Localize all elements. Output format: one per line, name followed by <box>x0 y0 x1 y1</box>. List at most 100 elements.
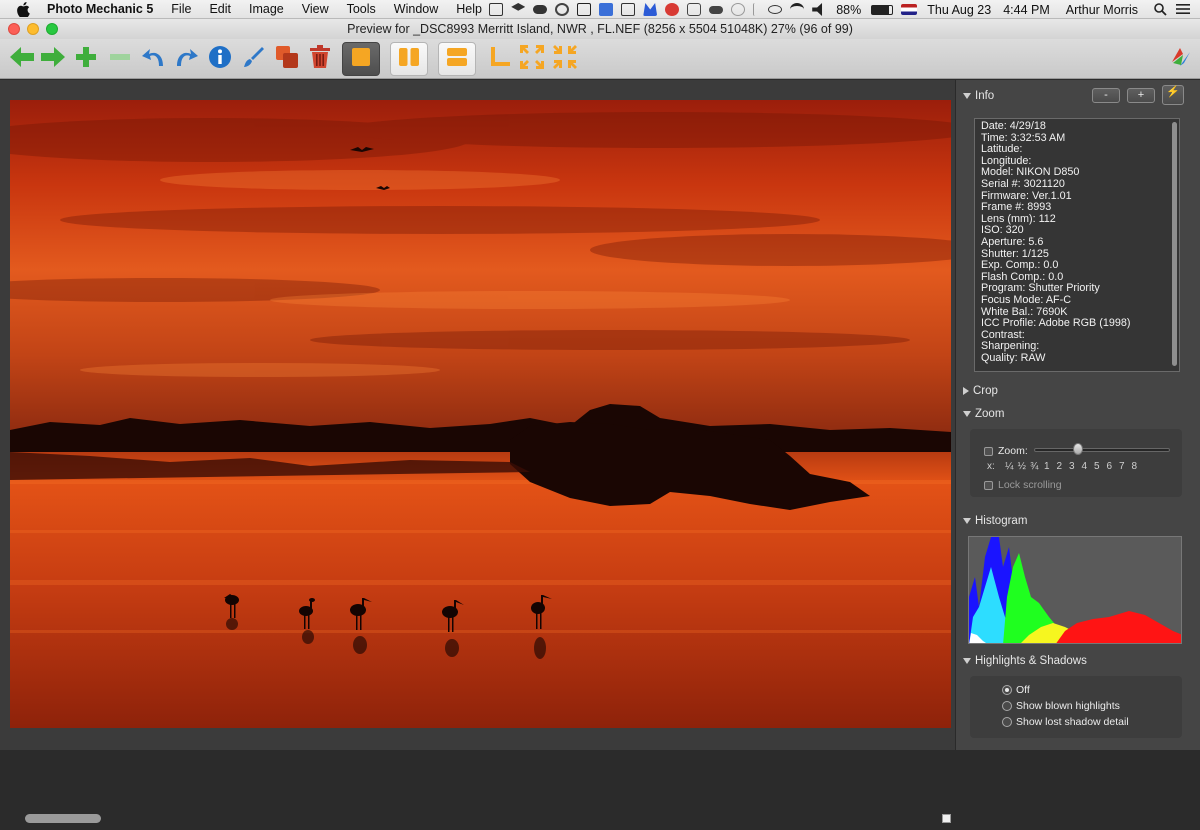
info-metadata-box[interactable]: Date: 4/29/18 Time: 3:32:53 AM Latitude:… <box>974 118 1180 372</box>
clock-date[interactable]: Thu Aug 23 <box>927 3 991 17</box>
disclosure-right-icon <box>963 387 969 395</box>
menu-file[interactable]: File <box>162 0 200 19</box>
option-off[interactable]: Off <box>1002 684 1030 696</box>
malwarebytes-icon[interactable] <box>643 3 658 16</box>
bluetooth-icon[interactable] <box>753 3 760 16</box>
expand-view-button[interactable] <box>549 43 581 75</box>
zoom-tick-label: 5 <box>1093 461 1100 472</box>
option-blown-highlights[interactable]: Show blown highlights <box>1002 700 1120 712</box>
five-icon[interactable] <box>687 3 702 16</box>
zoom-tick-label: 3 <box>1068 461 1075 472</box>
histogram-section-header[interactable]: Histogram <box>963 515 1027 527</box>
highlights-options: Off Show blown highlights Show lost shad… <box>970 676 1182 738</box>
envelope-icon[interactable] <box>621 3 636 16</box>
time-machine-icon[interactable] <box>731 3 746 16</box>
dropbox-icon[interactable] <box>511 3 526 11</box>
c-box-icon[interactable] <box>577 3 592 16</box>
info-section-header[interactable]: Info <box>963 90 994 102</box>
info-button[interactable] <box>204 43 236 75</box>
user-name[interactable]: Arthur Morris <box>1066 3 1138 17</box>
zoom-title: Zoom <box>975 408 1005 420</box>
binoculars-icon[interactable] <box>709 5 724 14</box>
menu-view[interactable]: View <box>293 0 338 19</box>
info-bolt-button[interactable]: ⚡ <box>1162 85 1184 105</box>
info-scrollbar[interactable] <box>1172 122 1177 366</box>
option-blown-highlights-radio[interactable] <box>1002 701 1012 711</box>
battery-icon[interactable] <box>871 4 894 15</box>
sunset-photo <box>10 100 951 728</box>
volume-icon[interactable] <box>812 3 823 16</box>
horizontal-scrollbar[interactable] <box>10 808 951 830</box>
menu-bar: Photo Mechanic 5 File Edit Image View To… <box>0 0 1200 19</box>
disclosure-down-icon <box>963 518 971 524</box>
flag-icon[interactable] <box>901 4 918 15</box>
zoom-slider-track[interactable] <box>1034 448 1170 452</box>
option-off-label: Off <box>1016 684 1030 696</box>
copy-overlay-icon <box>274 44 300 75</box>
resize-corner-icon[interactable] <box>942 814 951 823</box>
wifi-icon[interactable] <box>790 3 805 16</box>
film-icon[interactable] <box>489 3 504 16</box>
copy-button[interactable] <box>271 43 303 75</box>
preview-photo[interactable] <box>10 100 951 728</box>
single-view-icon <box>351 47 371 72</box>
next-photo-button[interactable] <box>37 43 69 75</box>
spotlight-search-icon[interactable] <box>1154 3 1168 16</box>
delete-button[interactable] <box>304 43 336 75</box>
zoom-checkbox-label: Zoom: <box>998 445 1028 457</box>
menu-image[interactable]: Image <box>240 0 293 19</box>
option-off-radio[interactable] <box>1002 685 1012 695</box>
apple-menu-icon[interactable] <box>16 1 30 17</box>
histogram-graph <box>968 536 1182 644</box>
info-title: Info <box>975 90 995 102</box>
window-minimize-button[interactable] <box>27 23 39 35</box>
zoom-checkbox[interactable] <box>984 447 993 456</box>
notification-center-icon[interactable] <box>1176 3 1190 16</box>
rotate-left-icon <box>141 46 167 73</box>
tag-remove-button[interactable] <box>104 43 136 75</box>
scrollbar-thumb[interactable] <box>25 814 101 823</box>
crop-section-header[interactable]: Crop <box>963 385 998 397</box>
lock-scrolling-label: Lock scrolling <box>998 479 1062 491</box>
lock-scrolling-checkbox[interactable] <box>984 481 993 490</box>
edit-caption-button[interactable] <box>238 43 270 75</box>
menu-tools[interactable]: Tools <box>338 0 385 19</box>
arrow-left-icon <box>9 46 35 73</box>
window-zoom-button[interactable] <box>46 23 58 35</box>
menu-edit[interactable]: Edit <box>200 0 240 19</box>
single-view-button[interactable] <box>342 42 380 76</box>
blue-app-icon[interactable] <box>599 3 614 16</box>
eye-icon[interactable] <box>768 5 783 14</box>
clock-time[interactable]: 4:44 PM <box>1003 3 1050 17</box>
trash-icon <box>309 44 331 74</box>
histogram-title: Histogram <box>975 515 1028 527</box>
zoom-section-header[interactable]: Zoom <box>963 408 1004 420</box>
top-bottom-icon <box>446 47 468 72</box>
cloud-icon[interactable] <box>533 5 548 14</box>
option-lost-shadows-radio[interactable] <box>1002 717 1012 727</box>
disclosure-down-icon <box>963 658 971 664</box>
zoom-slider-thumb[interactable] <box>1072 443 1083 455</box>
crop-corner-icon <box>489 46 511 73</box>
info-line: Focus Mode: AF-C <box>981 293 1072 306</box>
option-lost-shadows[interactable]: Show lost shadow detail <box>1002 716 1129 728</box>
menu-window[interactable]: Window <box>385 0 447 19</box>
rotate-right-button[interactable] <box>170 43 202 75</box>
red-s-icon[interactable] <box>665 3 680 16</box>
rotate-left-button[interactable] <box>138 43 170 75</box>
window-close-button[interactable] <box>8 23 20 35</box>
creative-cloud-icon[interactable] <box>555 3 570 16</box>
previous-photo-button[interactable] <box>6 43 38 75</box>
app-menu[interactable]: Photo Mechanic 5 <box>43 0 162 19</box>
top-bottom-view-button[interactable] <box>438 42 476 76</box>
crop-button[interactable] <box>484 43 516 75</box>
zoom-tick-label: ¼ <box>1005 461 1014 472</box>
highlights-section-header[interactable]: Highlights & Shadows <box>963 655 1087 667</box>
rotate-right-icon <box>173 46 199 73</box>
shrink-view-button[interactable] <box>516 43 548 75</box>
zoom-tick-label: 7 <box>1118 461 1125 472</box>
side-by-side-view-button[interactable] <box>390 42 428 76</box>
info-plus-button[interactable]: + <box>1127 88 1155 103</box>
info-minus-button[interactable]: - <box>1092 88 1120 103</box>
tag-add-button[interactable] <box>70 43 102 75</box>
